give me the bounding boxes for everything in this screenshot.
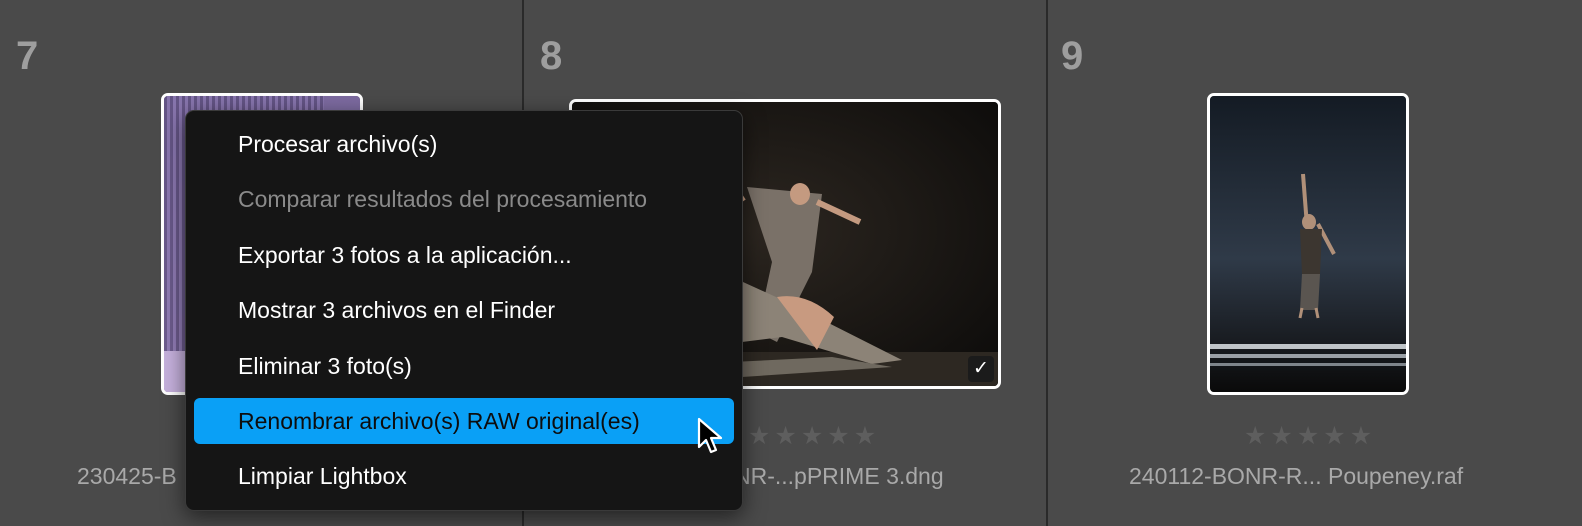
star-icon[interactable]: ★ <box>1270 424 1292 449</box>
star-icon[interactable]: ★ <box>1297 424 1319 449</box>
menu-item-procesar[interactable]: Procesar archivo(s) <box>194 121 734 167</box>
photo-image <box>1210 96 1406 392</box>
star-icon[interactable]: ★ <box>748 424 770 449</box>
cell-number: 7 <box>16 34 39 78</box>
star-rating[interactable]: ★ ★ ★ ★ ★ <box>1244 424 1372 449</box>
context-menu: Procesar archivo(s) Comparar resultados … <box>185 110 743 511</box>
menu-item-exportar[interactable]: Exportar 3 fotos a la aplicación... <box>194 232 734 278</box>
menu-item-renombrar[interactable]: Renombrar archivo(s) RAW original(es) <box>194 398 734 444</box>
cell-number: 9 <box>1061 34 1084 78</box>
menu-item-limpiar-lightbox[interactable]: Limpiar Lightbox <box>194 453 734 499</box>
star-icon[interactable]: ★ <box>827 424 849 449</box>
thumbnail-9[interactable] <box>1207 93 1409 395</box>
star-rating[interactable]: ★ ★ ★ ★ ★ <box>748 424 876 449</box>
star-icon[interactable]: ★ <box>801 424 823 449</box>
file-name-caption: 230425-B <box>77 463 177 489</box>
star-icon[interactable]: ★ <box>774 424 796 449</box>
menu-item-eliminar[interactable]: Eliminar 3 foto(s) <box>194 343 734 389</box>
star-icon[interactable]: ★ <box>854 424 876 449</box>
file-name-caption: 240112-BONR-R... Poupeney.raf <box>1129 463 1464 489</box>
column-divider <box>1046 0 1048 526</box>
star-icon[interactable]: ★ <box>1323 424 1345 449</box>
grid-cell-9[interactable]: 9 ★ ★ ★ ★ ★ 240112-BONR-R... Poupeney.ra… <box>1056 0 1582 526</box>
selected-check-icon[interactable]: ✓ <box>968 356 994 382</box>
menu-item-comparar: Comparar resultados del procesamiento <box>238 186 648 212</box>
star-icon[interactable]: ★ <box>1244 424 1266 449</box>
menu-item-mostrar-finder[interactable]: Mostrar 3 archivos en el Finder <box>194 287 734 333</box>
mouse-cursor-icon <box>697 417 723 454</box>
star-icon[interactable]: ★ <box>1350 424 1372 449</box>
file-name-caption: NR-...pPRIME 3.dng <box>734 463 944 489</box>
cell-number: 8 <box>540 34 563 78</box>
